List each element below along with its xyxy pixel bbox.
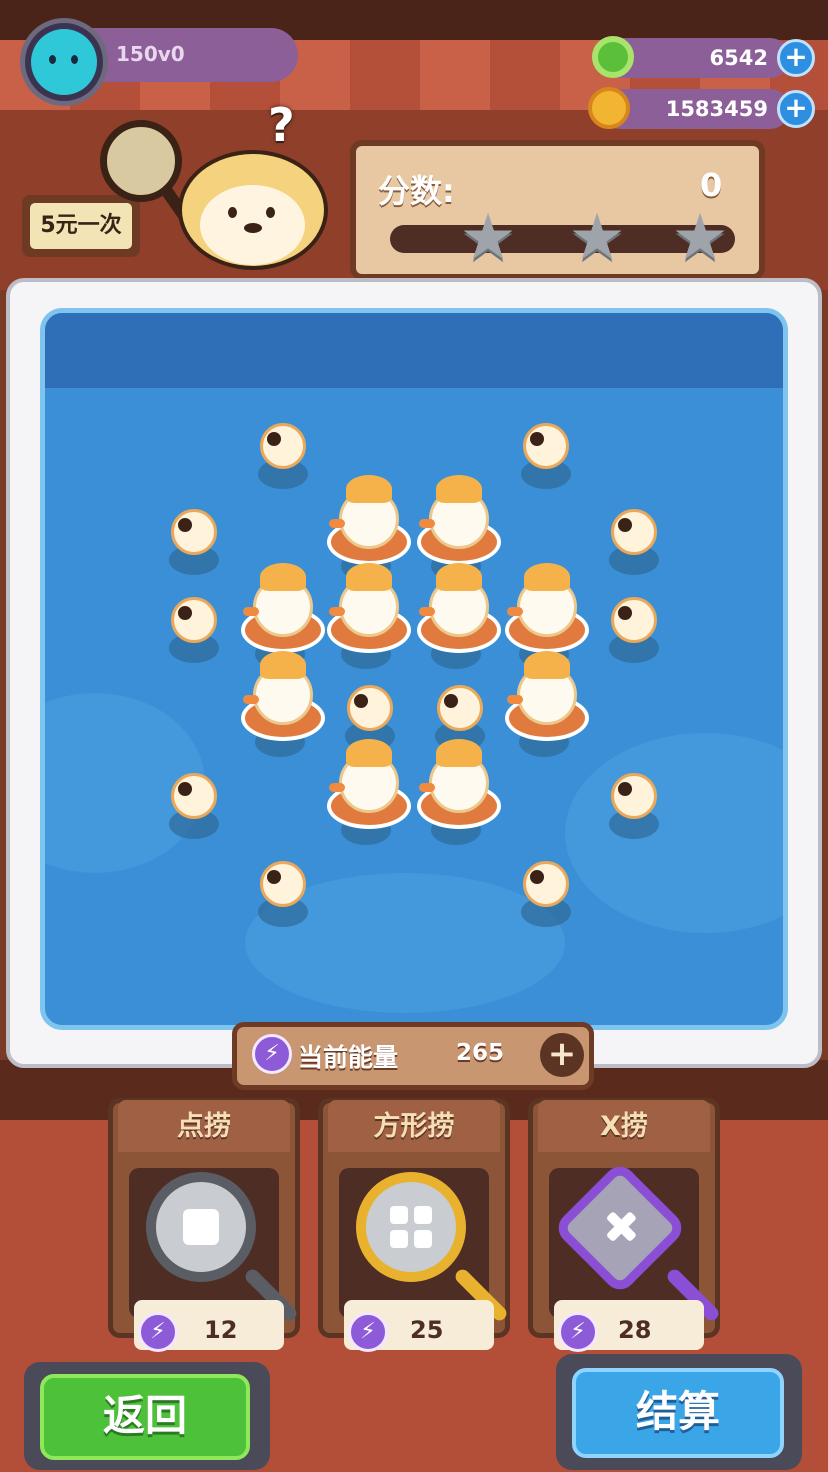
lightning-icon: ⚡	[558, 1312, 598, 1352]
score-label: 分数:	[378, 172, 455, 210]
duck-hat	[346, 475, 392, 503]
cat-avatar-icon	[31, 29, 97, 95]
egg-creature[interactable]	[171, 773, 217, 819]
player-name: 150v0	[116, 42, 185, 66]
grid-cell	[414, 1206, 432, 1224]
duck-beak	[329, 783, 345, 792]
tool-cost: 25	[410, 1316, 444, 1344]
add-donut-button[interactable]: +	[777, 39, 815, 77]
star-icon: ★	[671, 201, 729, 275]
single-square-icon	[183, 1209, 219, 1245]
settle-button[interactable]: 结算	[572, 1368, 784, 1458]
star-icon: ★	[568, 201, 626, 275]
duck-hat	[260, 563, 306, 591]
duck-hat	[260, 651, 306, 679]
otter-face	[200, 185, 305, 265]
tool-title: 方形捞	[373, 1111, 455, 1142]
duck-beak	[507, 695, 523, 704]
question-mark-icon: ?	[268, 98, 295, 152]
tool-title: 点捞	[177, 1111, 231, 1142]
tool-cost: 12	[204, 1316, 238, 1344]
duck-beak	[507, 607, 523, 616]
egg-creature[interactable]	[260, 423, 306, 469]
duck-beak	[419, 783, 435, 792]
duck-beak	[243, 695, 259, 704]
lightning-icon: ⚡	[252, 1034, 292, 1074]
add-energy-button[interactable]: +	[540, 1033, 584, 1077]
egg-creature[interactable]	[611, 509, 657, 555]
egg-creature[interactable]	[347, 685, 393, 731]
otter-eye-left	[228, 207, 237, 218]
single-net-icon	[146, 1172, 256, 1282]
duck-beak	[329, 519, 345, 528]
pool-shadow	[45, 313, 783, 388]
star-icon: ★	[459, 201, 517, 275]
water-ripple	[565, 733, 783, 933]
duck-hat	[346, 563, 392, 591]
cat-eye-right	[71, 55, 78, 64]
planet-currency-value: 1583459	[665, 97, 768, 121]
square-net-icon	[356, 1172, 466, 1282]
energy-value: 265	[456, 1040, 505, 1066]
duck-beak	[329, 607, 345, 616]
tool-cost: 28	[618, 1316, 652, 1344]
add-planet-button[interactable]: +	[777, 90, 815, 128]
score-value: 0	[700, 166, 723, 204]
egg-creature[interactable]	[611, 597, 657, 643]
lightning-icon: ⚡	[138, 1312, 178, 1352]
duck-hat	[346, 739, 392, 767]
duck-beak	[419, 607, 435, 616]
egg-creature[interactable]	[611, 773, 657, 819]
duck-hat	[436, 475, 482, 503]
egg-creature[interactable]	[437, 685, 483, 731]
back-button[interactable]: 返回	[40, 1374, 250, 1460]
otter-eye-right	[266, 207, 275, 218]
fishing-pool[interactable]	[40, 308, 788, 1030]
otter-nose	[244, 223, 262, 233]
duck-hat	[524, 563, 570, 591]
egg-creature[interactable]	[171, 509, 217, 555]
grid-cell	[390, 1206, 408, 1224]
cat-eye-left	[49, 55, 56, 64]
price-sign-text: 5元一次	[30, 203, 132, 249]
duck-beak	[243, 607, 259, 616]
donut-currency-value: 6542	[709, 46, 768, 70]
duck-beak	[419, 519, 435, 528]
tool-title: X捞	[600, 1111, 648, 1142]
egg-creature[interactable]	[523, 423, 569, 469]
grid-cell	[390, 1230, 408, 1248]
duck-hat	[436, 563, 482, 591]
energy-label: 当前能量	[298, 1043, 399, 1072]
egg-creature[interactable]	[171, 597, 217, 643]
egg-creature[interactable]	[260, 861, 306, 907]
duck-hat	[436, 739, 482, 767]
egg-creature[interactable]	[523, 861, 569, 907]
grid-cell	[414, 1230, 432, 1248]
lightning-icon: ⚡	[348, 1312, 388, 1352]
duck-hat	[524, 651, 570, 679]
